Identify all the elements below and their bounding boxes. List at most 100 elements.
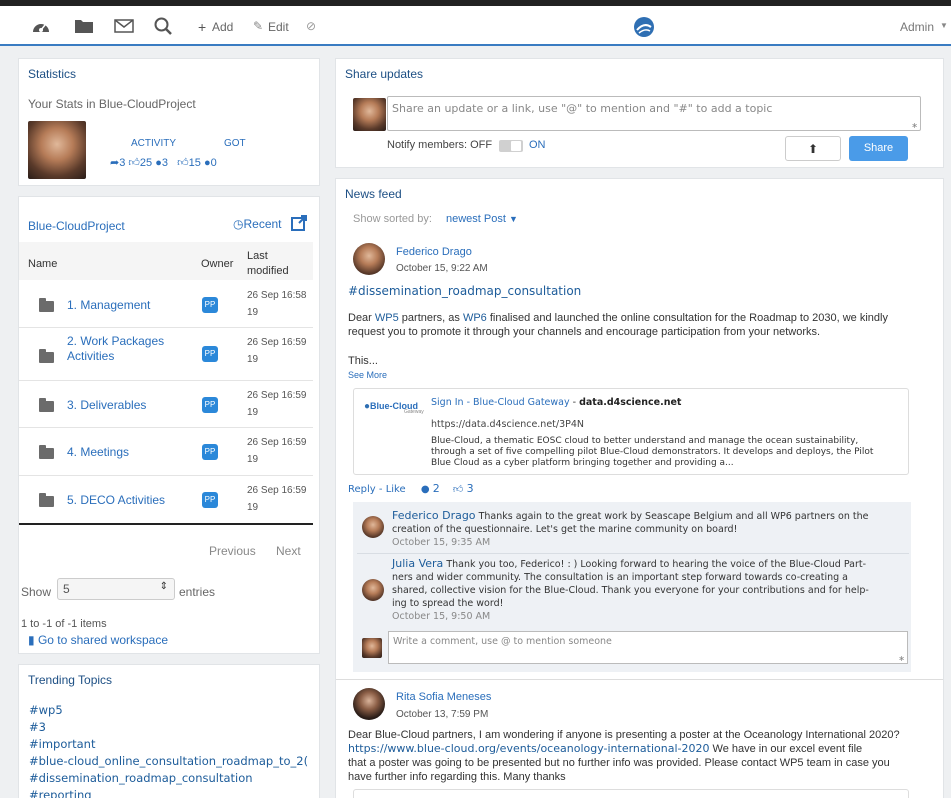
comment-icon: ● [420, 484, 430, 495]
avatar [353, 688, 385, 720]
comment-placeholder: Write a comment, use @ to mention someon… [393, 636, 612, 647]
owner-badge: PP [202, 297, 218, 313]
share-panel: Share updates Share an update or a link,… [335, 58, 944, 168]
workspace-link[interactable]: ▮ Go to shared workspace [28, 633, 168, 647]
link-preview[interactable] [353, 789, 909, 798]
thumbs-up-icon[interactable]: 👍︎ [453, 484, 463, 495]
trending-tag[interactable]: #dissemination_roadmap_consultation [29, 771, 253, 785]
previous-button[interactable]: Previous [209, 544, 256, 558]
trending-title: Trending Topics [28, 673, 113, 687]
owner-badge: PP [202, 444, 218, 460]
news-feed-title: News feed [345, 187, 402, 201]
table-row[interactable]: 1. Management PP 26 Sep 16:58 19 [19, 281, 313, 327]
edit-button[interactable]: Edit [268, 20, 289, 34]
admin-menu[interactable]: Admin [900, 20, 934, 34]
modified-date: 26 Sep 16:59 19 [247, 390, 307, 418]
post-body: Dear WP5 partners, as WP6 finalised and … [348, 312, 888, 338]
comment-time: October 15, 9:35 AM [392, 537, 491, 548]
stats-subtitle: Your Stats in Blue-CloudProject [28, 97, 196, 111]
resize-grip-icon: ∗ [911, 121, 918, 130]
thumbs-up-icon: 👍︎ [177, 157, 189, 169]
edit-icon: ✎ [253, 19, 264, 33]
folder-name[interactable]: 5. DECO Activities [67, 493, 185, 508]
folder-icon [39, 398, 54, 412]
statistics-panel: Statistics Your Stats in Blue-CloudProje… [18, 58, 320, 186]
wp5-link[interactable]: WP5 [375, 312, 399, 324]
statistics-title: Statistics [28, 67, 77, 81]
avatar [362, 516, 384, 538]
preview-url[interactable]: https://data.d4science.net/3P4N [431, 419, 584, 430]
recent-link[interactable]: ◷Recent [233, 217, 282, 231]
share-placeholder: Share an update or a link, use "@" to me… [392, 102, 773, 115]
share-button[interactable]: Share [849, 136, 908, 161]
trending-panel: Trending Topics #wp5 #3 #important #blue… [18, 664, 320, 798]
post-author[interactable]: Rita Sofia Meneses [396, 691, 491, 703]
comment-divider [357, 553, 909, 554]
see-more-link[interactable]: See More [348, 370, 387, 380]
folder-name[interactable]: 3. Deliverables [67, 398, 185, 413]
trending-tag[interactable]: #wp5 [29, 703, 63, 717]
trending-tag[interactable]: #important [29, 737, 95, 751]
activity-label: ACTIVITY [131, 138, 177, 149]
comments-count: 3 [161, 157, 168, 169]
news-feed-panel: News feed Show sorted by: newest Post ▼ … [335, 178, 944, 798]
table-row[interactable]: 4. Meetings PP 26 Sep 16:59 19 [19, 427, 313, 473]
got-likes-count: 15 [188, 157, 201, 169]
table-row[interactable]: 2. Work Packages Activities PP 26 Sep 16:5… [19, 327, 313, 379]
trending-tag[interactable]: #3 [29, 720, 46, 734]
comment-author[interactable]: Julia Vera [392, 557, 443, 570]
search-icon[interactable] [154, 17, 172, 35]
share-title: Share updates [345, 67, 424, 81]
post-actions: Reply - Like ● 2 👍︎ 3 [348, 482, 474, 495]
reply-link[interactable]: Reply [348, 484, 376, 495]
shares-count: 3 [119, 157, 126, 169]
folder-name[interactable]: 1. Management [67, 298, 185, 313]
sort-dropdown[interactable]: newest Post ▼ [446, 213, 518, 225]
modified-date: 26 Sep 16:58 19 [247, 290, 307, 318]
avatar [353, 98, 386, 131]
folder-name[interactable]: 2. Work Packages Activities [67, 334, 185, 364]
comment-author[interactable]: Federico Drago [392, 509, 476, 522]
post-hashtag[interactable]: #dissemination_roadmap_consultation [348, 284, 581, 298]
got-comments-count: 0 [210, 157, 217, 169]
share-input[interactable]: Share an update or a link, use "@" to me… [387, 96, 921, 131]
column-modified[interactable]: Last modified [247, 249, 297, 279]
modified-date: 26 Sep 16:59 19 [247, 437, 307, 465]
comment-input[interactable]: Write a comment, use @ to mention someon… [388, 631, 908, 664]
upload-button[interactable]: ⬆ [785, 136, 841, 161]
like-link[interactable]: Like [386, 484, 406, 495]
comment-time: October 15, 9:50 AM [392, 611, 491, 622]
event-link[interactable]: https://www.blue-cloud.org/events/oceano… [348, 742, 709, 755]
next-button[interactable]: Next [276, 544, 301, 558]
upload-icon: ⬆ [807, 142, 819, 156]
sort-value: newest Post [446, 213, 506, 225]
external-link-icon[interactable] [291, 215, 307, 231]
project-title[interactable]: Blue-CloudProject [28, 219, 125, 233]
column-name[interactable]: Name [28, 258, 57, 270]
dashboard-icon[interactable] [32, 18, 50, 34]
folder-open-icon: ▮ [28, 633, 35, 647]
folder-icon [39, 493, 54, 507]
folder-icon[interactable] [74, 18, 94, 34]
post-author[interactable]: Federico Drago [396, 246, 472, 258]
thumbs-up-icon: 👍︎ [128, 157, 140, 169]
wp6-link[interactable]: WP6 [463, 312, 487, 324]
eye-slash-icon[interactable]: ⊘ [306, 19, 316, 33]
trending-tag[interactable]: #blue-cloud_online_consultation_roadmap_… [29, 754, 308, 768]
add-button[interactable]: Add [212, 20, 233, 34]
entries-select[interactable]: 5 ⇕ [57, 578, 175, 600]
mail-icon[interactable] [114, 19, 134, 33]
comments-count: 2 [432, 482, 440, 495]
preview-description: Blue-Cloud, a thematic EOSC cloud to bet… [431, 436, 874, 468]
folder-icon [39, 298, 54, 312]
column-owner[interactable]: Owner [201, 258, 233, 270]
table-row[interactable]: 5. DECO Activities PP 26 Sep 16:59 19 [19, 475, 313, 521]
table-row[interactable]: 3. Deliverables PP 26 Sep 16:59 19 [19, 380, 313, 426]
trending-tag[interactable]: #reporting [29, 788, 92, 798]
notify-toggle[interactable] [499, 140, 523, 152]
entries-value: 5 [63, 582, 70, 596]
logo-icon[interactable] [633, 16, 655, 38]
link-preview[interactable]: ●Blue-Cloud Gateway Sign In - Blue-Cloud… [353, 388, 909, 475]
folder-name[interactable]: 4. Meetings [67, 445, 185, 460]
clock-icon: ◷ [233, 217, 244, 231]
